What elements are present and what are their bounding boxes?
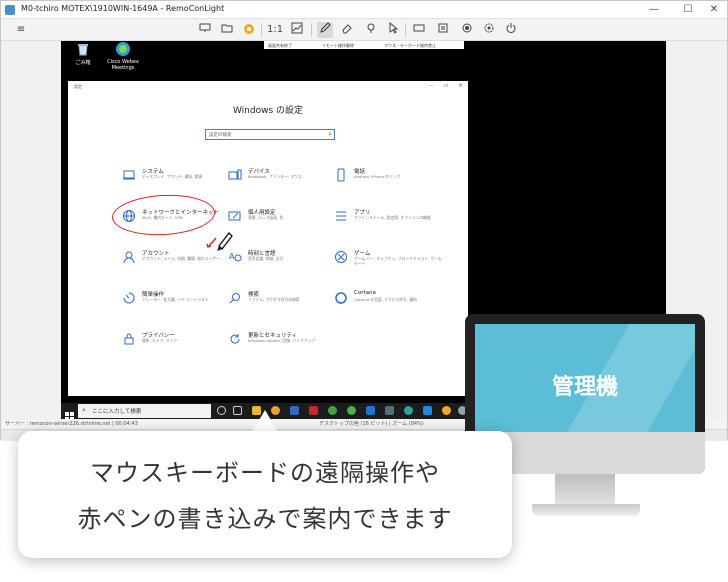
brush-screen-icon bbox=[228, 208, 242, 222]
category-privacy[interactable]: プライバシー 場所, カメラ, マイク bbox=[122, 331, 230, 361]
magnifier-icon bbox=[228, 290, 242, 304]
keyboard-speaker-icon bbox=[228, 167, 242, 181]
notify-remote-release[interactable]: リモート操作解除 bbox=[322, 43, 354, 49]
category-gaming[interactable]: ゲーム ゲーム バー, キャプチャ, ブロードキャスト, ゲーム モード bbox=[334, 249, 442, 279]
category-ease-of-access[interactable]: 簡単操作 ナレーター, 拡大鏡, ハイ コントラスト bbox=[122, 290, 230, 320]
status-server: サーバー : remocon-server226.strlnline.net |… bbox=[5, 421, 138, 427]
callout-line-2: 赤ペンの書き込みで案内できます bbox=[77, 505, 453, 533]
settings-heading: Windows の設定 bbox=[232, 106, 304, 116]
title-bar: M0-tchiro MOTEX\1910WIN-1649A - RemoConL… bbox=[1, 1, 727, 19]
app2-taskbar-icon[interactable] bbox=[347, 406, 356, 415]
xbox-icon bbox=[334, 249, 348, 263]
record-icon[interactable] bbox=[459, 22, 475, 38]
recycle-bin-icon bbox=[75, 41, 91, 57]
app5-taskbar-icon[interactable] bbox=[423, 406, 432, 415]
menu-icon[interactable]: ≡ bbox=[13, 22, 29, 38]
callout-line-1: マウスキーボードの遠隔操作や bbox=[90, 459, 440, 487]
settings-minimize-button[interactable]: – bbox=[430, 82, 433, 89]
ease-of-access-icon bbox=[122, 290, 136, 304]
settings-icon[interactable] bbox=[481, 22, 497, 38]
settings-maximize-button[interactable]: ▫ bbox=[444, 82, 448, 89]
pen-tool-icon[interactable] bbox=[317, 22, 333, 38]
webex-icon bbox=[115, 41, 131, 57]
pin-icon[interactable] bbox=[363, 22, 379, 38]
category-cortana[interactable]: Cortana Cortana の言語, アクセス許可, 通知 bbox=[334, 290, 442, 320]
chrome-taskbar-icon[interactable] bbox=[328, 406, 337, 415]
category-system[interactable]: システム ディスプレイ, サウンド, 通知, 電源 bbox=[122, 167, 230, 197]
folder-icon[interactable] bbox=[219, 22, 235, 38]
monitor-screen: 管理機 bbox=[475, 324, 695, 432]
task-view-icon[interactable] bbox=[233, 406, 242, 415]
minimize-button[interactable]: — bbox=[647, 3, 661, 17]
keyboard-icon[interactable] bbox=[411, 22, 427, 38]
category-time-language[interactable]: A 時刻と言語 音声認識, 地域, 日付 bbox=[228, 249, 336, 279]
app-taskbar-icon[interactable] bbox=[309, 406, 318, 415]
category-devices[interactable]: デバイス Bluetooth, プリンター, マウス bbox=[228, 167, 336, 197]
phone-icon bbox=[334, 167, 348, 182]
cursor-icon[interactable] bbox=[385, 21, 401, 38]
page: M0-tchiro MOTEX\1910WIN-1649A - RemoConL… bbox=[0, 0, 728, 582]
toolbar: ≡ 1:1 bbox=[1, 19, 727, 41]
notify-screen-share[interactable]: 画面共有終了 bbox=[268, 43, 292, 49]
refresh-icon bbox=[228, 331, 242, 345]
callout-tail bbox=[252, 410, 278, 432]
search-icon: ⌕ bbox=[328, 130, 332, 138]
laptop-icon bbox=[122, 167, 136, 181]
category-update-security[interactable]: 更新とセキュリティ Windows Update, 回復, バックアップ bbox=[228, 331, 336, 361]
app3-taskbar-icon[interactable] bbox=[366, 406, 375, 415]
desktop-icon-label: Cisco Webex Meetings bbox=[107, 59, 139, 71]
taskbar-search-input[interactable]: ⌕ ここに入力して検索 bbox=[78, 404, 211, 418]
category-search[interactable]: 検索 ファイル, アクセス許可の検索 bbox=[228, 290, 336, 320]
gear-badge-icon[interactable] bbox=[241, 22, 257, 38]
taskbar-search-placeholder: ここに入力して検索 bbox=[92, 409, 142, 415]
windows-settings-window: 設定 – ▫ × Windows の設定 設定の検索 ⌕ システム ディスプレイ… bbox=[68, 81, 468, 396]
taskbar-search-icon: ⌕ bbox=[82, 406, 86, 414]
status-display: デスクトップの色 (16 ビット) | ズーム (84%) bbox=[319, 421, 424, 427]
remote-notify-bar: 画面共有終了 リモート操作解除 マウス・キーボード操作禁止 bbox=[264, 41, 464, 49]
edge-taskbar-icon[interactable] bbox=[404, 406, 413, 415]
notify-input-block[interactable]: マウス・キーボード操作禁止 bbox=[384, 43, 436, 49]
search-placeholder: 設定の検索 bbox=[209, 133, 232, 138]
callout-box: マウスキーボードの遠隔操作や 赤ペンの書き込みで案内できます bbox=[18, 431, 512, 558]
app-icon bbox=[5, 5, 15, 15]
app4-taskbar-icon[interactable] bbox=[385, 406, 394, 415]
pen-icon bbox=[206, 232, 233, 251]
cortana-taskbar-icon[interactable] bbox=[217, 406, 226, 415]
category-phone[interactable]: 電話 Android, iPhone のリンク bbox=[334, 167, 442, 197]
windows-start-icon[interactable] bbox=[65, 406, 74, 421]
store-taskbar-icon[interactable] bbox=[290, 406, 299, 415]
monitor-icon[interactable] bbox=[197, 22, 213, 38]
cortana-icon bbox=[334, 290, 348, 304]
eraser-icon[interactable] bbox=[339, 22, 355, 38]
app6-taskbar-icon[interactable] bbox=[442, 406, 451, 415]
settings-close-button[interactable]: × bbox=[458, 82, 463, 89]
desktop-icon-webex[interactable]: Cisco Webex Meetings bbox=[101, 41, 145, 71]
monitor-neck bbox=[555, 474, 615, 508]
close-button[interactable]: ✕ bbox=[707, 3, 721, 17]
person-icon bbox=[122, 249, 136, 264]
monitor-base bbox=[532, 504, 640, 516]
desktop-icon-label: ごみ箱 bbox=[75, 60, 91, 66]
zoom-1-1-button[interactable]: 1:1 bbox=[267, 22, 283, 38]
desktop-icon-recycle-bin[interactable]: ごみ箱 bbox=[61, 41, 105, 66]
window-title: M0-tchiro MOTEX\1910WIN-1649A - RemoConL… bbox=[21, 4, 225, 13]
power-icon[interactable] bbox=[503, 22, 519, 38]
apps-list-icon bbox=[334, 208, 348, 222]
lock-icon bbox=[122, 331, 136, 345]
chart-icon[interactable] bbox=[289, 22, 305, 38]
maximize-button[interactable]: ☐ bbox=[681, 3, 695, 17]
settings-window-title: 設定 bbox=[74, 84, 82, 89]
list-icon[interactable] bbox=[435, 22, 451, 38]
category-personalization[interactable]: 個人用設定 背景, ロック画面, 色 bbox=[228, 208, 336, 238]
monitor-label: 管理機 bbox=[551, 375, 618, 400]
settings-search-input[interactable]: 設定の検索 ⌕ bbox=[205, 129, 335, 140]
category-apps[interactable]: アプリ アンインストール, 既定値, オプションの機能 bbox=[334, 208, 442, 238]
